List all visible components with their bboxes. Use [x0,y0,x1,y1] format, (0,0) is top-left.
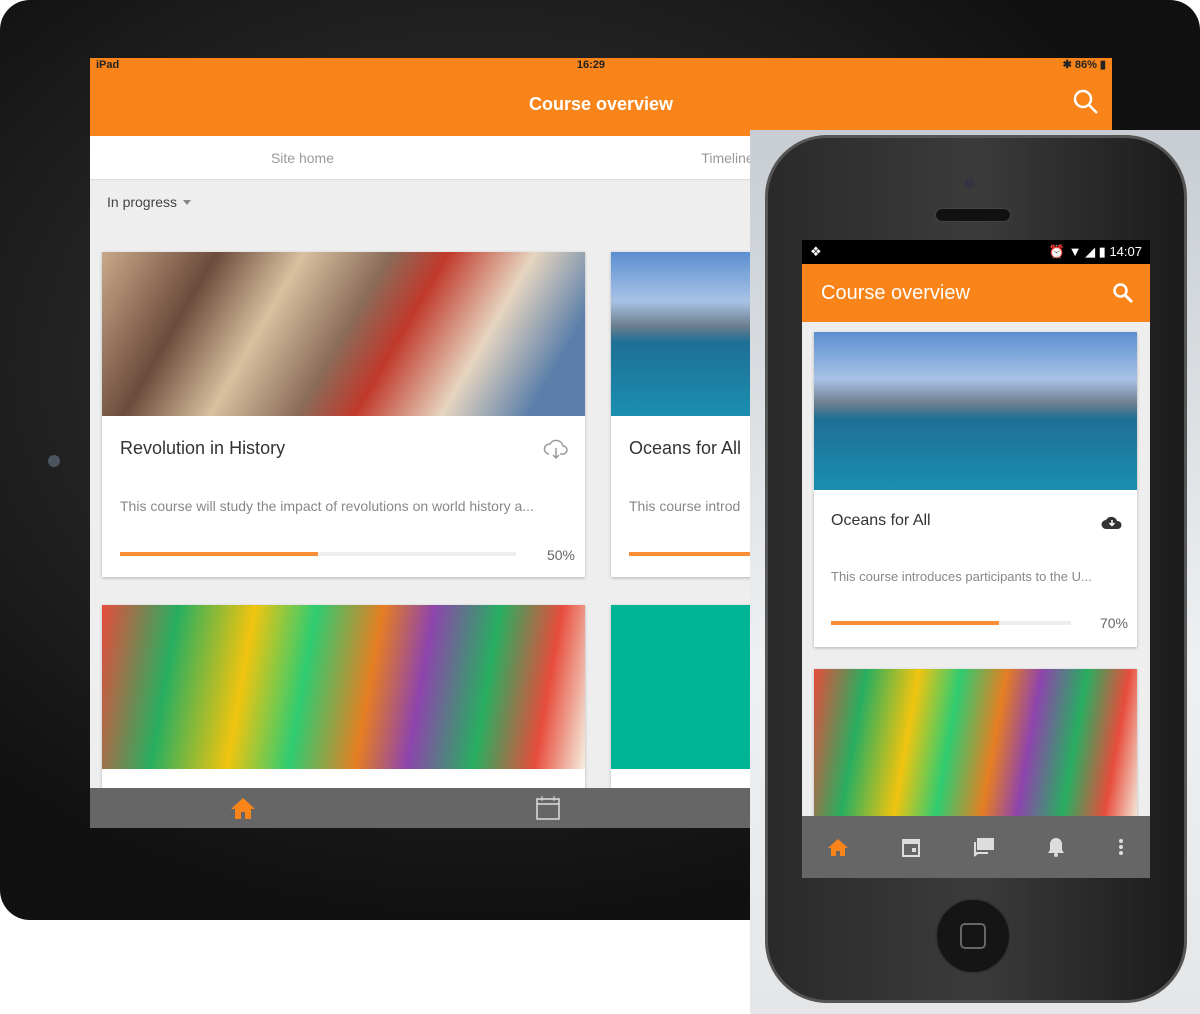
course-image [814,332,1137,490]
phone-screen: ❖ ⏰ ▼ ◢ ▮ 14:07 Course overview Oceans f… [802,240,1150,878]
tablet-home-sensor [48,455,60,467]
course-title[interactable]: Revolution in History [120,438,285,459]
notifications-icon[interactable] [1047,837,1065,857]
home-button-icon [960,923,986,949]
bottom-nav [802,816,1150,878]
course-card[interactable] [814,669,1137,829]
home-icon[interactable] [828,838,849,856]
search-icon[interactable] [1112,282,1134,304]
course-card[interactable] [102,605,585,805]
cloud-download-icon[interactable] [543,438,569,460]
home-icon [230,798,255,819]
tab-site-home[interactable]: Site home [90,136,515,179]
course-description: This course will study the impact of rev… [120,498,534,514]
messages-icon[interactable] [973,837,995,857]
nav-calendar[interactable] [395,788,700,828]
course-title[interactable]: Oceans for All [629,438,741,459]
calendar-icon[interactable] [901,837,921,857]
app-header: Course overview [90,72,1112,136]
more-icon[interactable] [1118,838,1124,856]
progress-bar [120,552,516,556]
phone-home-button[interactable] [935,898,1011,974]
course-card[interactable]: Oceans for All This course introduces pa… [814,332,1137,647]
status-bar: ❖ ⏰ ▼ ◢ ▮ 14:07 [802,240,1150,264]
app-header: Course overview [802,264,1150,322]
course-image [814,669,1137,829]
course-image [102,605,585,769]
status-icons: ⏰ ▼ ◢ ▮ 14:07 [1048,244,1142,259]
caret-down-icon [183,200,192,209]
filter-value: In progress [107,194,178,210]
clock: 14:07 [1109,244,1142,259]
status-bar: iPad 16:29 ✱ 86% ▮ [90,58,1112,72]
page-title: Course overview [528,93,674,114]
dropbox-icon: ❖ [810,244,822,259]
course-title[interactable]: Oceans for All [831,512,931,530]
course-description: This course introduces participants to t… [831,569,1092,584]
course-description: This course introd [629,498,741,514]
phone-camera [965,178,975,188]
progress-label: 50% [546,547,575,563]
calendar-icon [535,796,560,820]
course-image [102,252,585,416]
nav-home[interactable] [90,788,395,828]
progress-label: 70% [1099,615,1128,631]
search-icon[interactable] [1072,88,1100,116]
cloud-download-icon[interactable] [1101,514,1123,530]
course-card[interactable]: Revolution in History This course will s… [102,252,585,577]
phone-speaker [935,208,1011,222]
progress-bar [831,621,1071,625]
battery: ✱ 86% ▮ [1062,59,1106,71]
carrier: iPad [96,59,120,71]
battery-level: 86% [1074,59,1097,71]
clock: 16:29 [576,59,605,71]
page-title: Course overview [821,281,970,304]
